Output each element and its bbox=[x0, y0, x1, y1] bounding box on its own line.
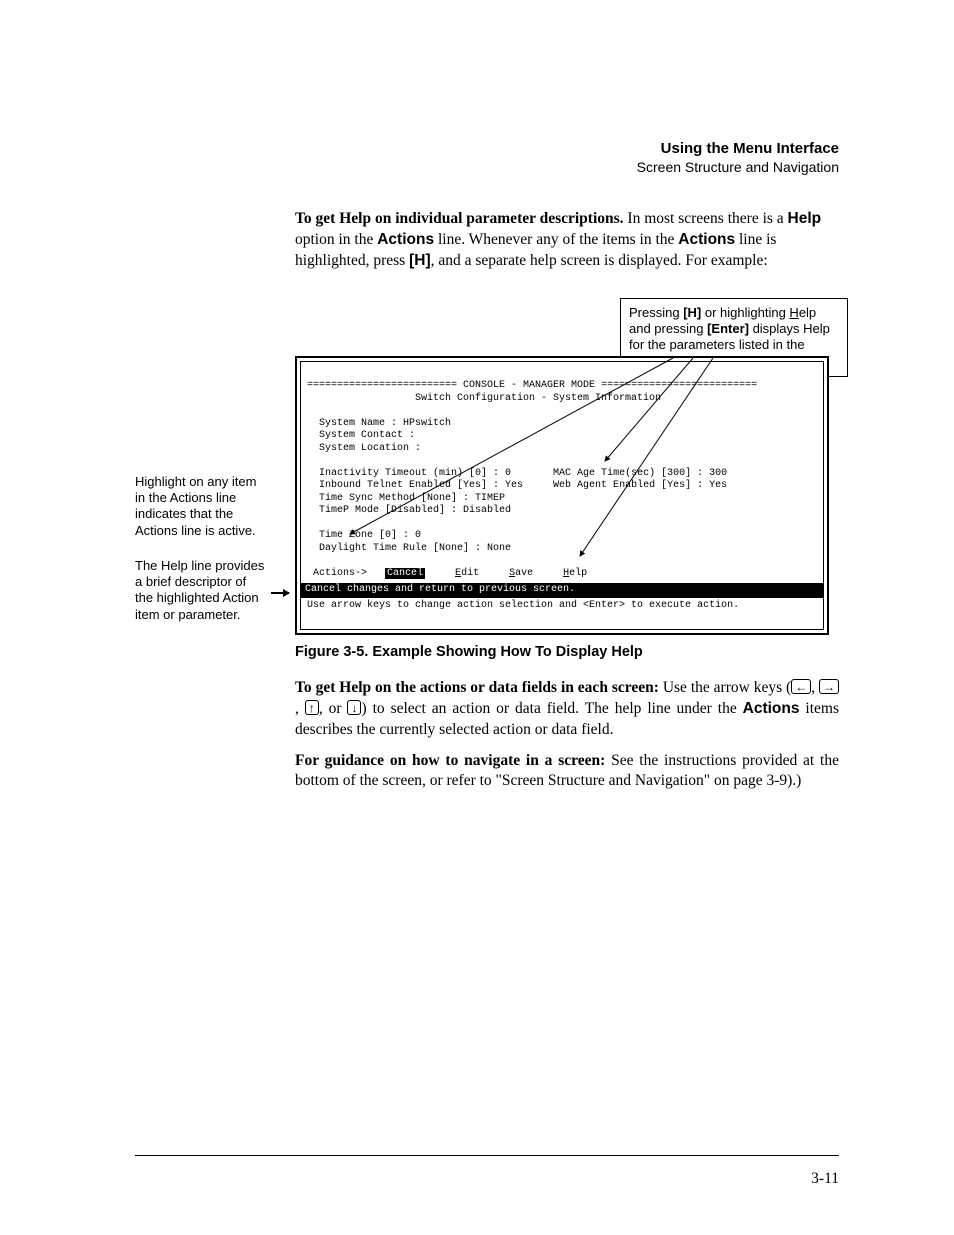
action-edit: dit bbox=[461, 568, 479, 579]
paragraph-help-individual: To get Help on individual parameter desc… bbox=[295, 209, 839, 272]
key-h: [H] bbox=[683, 305, 701, 320]
field-time-sync-method: Time Sync Method [None] : TIMEP bbox=[307, 493, 505, 504]
field-inactivity-timeout: Inactivity Timeout (min) [0] : 0 bbox=[307, 468, 511, 479]
figure-caption: Figure 3-5. Example Showing How To Displ… bbox=[295, 644, 839, 660]
figure-3-5: Highlight on any item in the Actions lin… bbox=[135, 298, 839, 630]
help-word: Help bbox=[788, 210, 822, 227]
terminal-content: ========================= CONSOLE - MANA… bbox=[300, 361, 824, 630]
callout-arrow-icon bbox=[271, 592, 289, 594]
arrow-left-key-icon: ← bbox=[791, 679, 811, 694]
field-timep-mode: TimeP Mode [Disabled] : Disabled bbox=[307, 505, 511, 516]
running-header-chapter: Using the Menu Interface bbox=[135, 140, 839, 157]
actions-word: Actions bbox=[743, 700, 800, 717]
actions-line-label: Actions-> bbox=[307, 568, 385, 579]
lead-in: To get Help on the actions or data field… bbox=[295, 679, 659, 696]
navigation-hint: Use arrow keys to change action selectio… bbox=[307, 600, 739, 611]
body-column: To get Help on individual parameter desc… bbox=[295, 209, 839, 272]
field-inbound-telnet: Inbound Telnet Enabled [Yes] : Yes bbox=[307, 480, 523, 491]
field-system-name: System Name : HPswitch bbox=[307, 418, 451, 429]
paragraph-navigation-guidance: For guidance on how to navigate in a scr… bbox=[295, 751, 839, 793]
field-time-zone: Time Zone [0] : 0 bbox=[307, 530, 421, 541]
help-status-bar: Cancel changes and return to previous sc… bbox=[301, 583, 823, 598]
lead-in: To get Help on individual parameter desc… bbox=[295, 210, 624, 227]
lead-in: For guidance on how to navigate in a scr… bbox=[295, 752, 605, 769]
arrow-up-key-icon: ↑ bbox=[305, 700, 319, 715]
body-column: To get Help on the actions or data field… bbox=[295, 678, 839, 793]
action-save: ave bbox=[515, 568, 533, 579]
running-header: Using the Menu Interface Screen Structur… bbox=[135, 140, 839, 175]
field-system-contact: System Contact : bbox=[307, 430, 415, 441]
field-daylight-rule: Daylight Time Rule [None] : None bbox=[307, 543, 511, 554]
terminal-screenshot: ========================= CONSOLE - MANA… bbox=[295, 356, 829, 635]
paragraph-help-actions: To get Help on the actions or data field… bbox=[295, 678, 839, 741]
arrow-down-key-icon: ↓ bbox=[347, 700, 361, 715]
actions-word: Actions bbox=[377, 231, 434, 248]
arrow-right-key-icon: → bbox=[819, 679, 839, 694]
key-h: [H] bbox=[409, 252, 431, 269]
field-web-agent: Web Agent Enabled [Yes] : Yes bbox=[523, 480, 727, 491]
page-body: Using the Menu Interface Screen Structur… bbox=[0, 0, 954, 1155]
page-number: 3-11 bbox=[135, 1170, 839, 1188]
page-footer: 3-11 bbox=[0, 1155, 954, 1188]
field-system-location: System Location : bbox=[307, 443, 421, 454]
action-help: elp bbox=[569, 568, 587, 579]
action-cancel: Cancel bbox=[385, 568, 425, 579]
field-mac-age-time: MAC Age Time(sec) [300] : 300 bbox=[511, 468, 727, 479]
actions-word: Actions bbox=[678, 231, 735, 248]
key-enter: [Enter] bbox=[707, 321, 749, 336]
footer-rule bbox=[135, 1155, 839, 1156]
running-header-section: Screen Structure and Navigation bbox=[135, 159, 839, 175]
callout-help-line: The Help line provides a brief descripto… bbox=[135, 558, 265, 623]
callout-actions-highlight: Highlight on any item in the Actions lin… bbox=[135, 474, 265, 539]
